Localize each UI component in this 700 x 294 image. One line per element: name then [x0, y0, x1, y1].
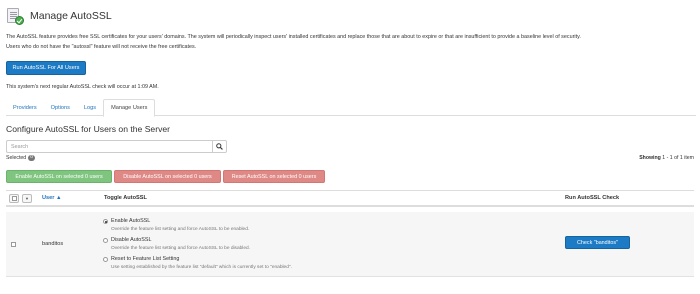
search-icon — [216, 143, 223, 150]
column-header-run-check: Run AutoSSL Check — [565, 195, 620, 201]
select-menu-button[interactable]: ▼ — [22, 194, 32, 203]
certificate-icon — [6, 7, 24, 25]
enable-selected-button[interactable]: Enable AutoSSL on selected 0 users — [6, 170, 112, 183]
tab-providers[interactable]: Providers — [6, 99, 44, 116]
search-group — [6, 140, 227, 153]
enable-radio[interactable] — [103, 219, 108, 224]
description-text: The AutoSSL feature provides free SSL ce… — [6, 34, 581, 40]
tab-manage-users[interactable]: Manage Users — [103, 99, 156, 117]
search-input[interactable] — [6, 140, 212, 153]
row-checkbox[interactable] — [11, 242, 16, 247]
column-header-toggle: Toggle AutoSSL — [104, 195, 147, 201]
tab-logs[interactable]: Logs — [77, 99, 103, 116]
description-note: Users who do not have the "autossl" feat… — [6, 44, 197, 50]
option-label: Enable AutoSSL — [111, 218, 151, 224]
caret-down-icon: ▼ — [25, 196, 29, 201]
pagination-summary: Showing 1 - 1 of 1 item — [639, 155, 694, 161]
option-help: Override the feature list setting and fo… — [111, 227, 250, 232]
disable-radio[interactable] — [103, 238, 108, 243]
selected-indicator: Selected 0 — [6, 155, 35, 161]
tab-options[interactable]: Options — [44, 99, 77, 116]
check-user-button[interactable]: Check "banditos" — [565, 236, 630, 249]
reset-selected-button[interactable]: Reset AutoSSL on selected 0 users — [223, 170, 325, 183]
option-label: Disable AutoSSL — [111, 237, 152, 243]
table-row: banditos Enable AutoSSL Override the fea… — [6, 212, 694, 277]
disable-selected-button[interactable]: Disable AutoSSL on selected 0 users — [114, 170, 221, 183]
select-all-checkbox[interactable] — [9, 194, 19, 203]
table-header: ▼ User ▲ Toggle AutoSSL Run AutoSSL Chec… — [6, 190, 694, 207]
search-button[interactable] — [212, 140, 227, 153]
showing-prefix: Showing — [639, 155, 663, 161]
column-header-user[interactable]: User ▲ — [42, 195, 62, 201]
option-label: Reset to Feature List Setting — [111, 256, 180, 262]
page-title: Manage AutoSSL — [30, 10, 112, 22]
run-autossl-all-users-button[interactable]: Run AutoSSL For All Users — [6, 61, 86, 75]
showing-range: 1 - 1 of 1 item — [662, 155, 694, 161]
option-help: Override the feature list setting and fo… — [111, 246, 251, 251]
page-header: Manage AutoSSL — [6, 5, 112, 27]
next-check-text: This system's next regular AutoSSL check… — [6, 84, 159, 90]
option-help: Use setting established by the feature l… — [111, 265, 292, 270]
reset-radio[interactable] — [103, 257, 108, 262]
row-username: banditos — [42, 241, 64, 247]
selected-count-badge: 0 — [28, 155, 35, 161]
tab-bar: Providers Options Logs Manage Users — [6, 99, 696, 117]
selected-label: Selected — [6, 155, 27, 161]
section-title: Configure AutoSSL for Users on the Serve… — [6, 124, 171, 134]
